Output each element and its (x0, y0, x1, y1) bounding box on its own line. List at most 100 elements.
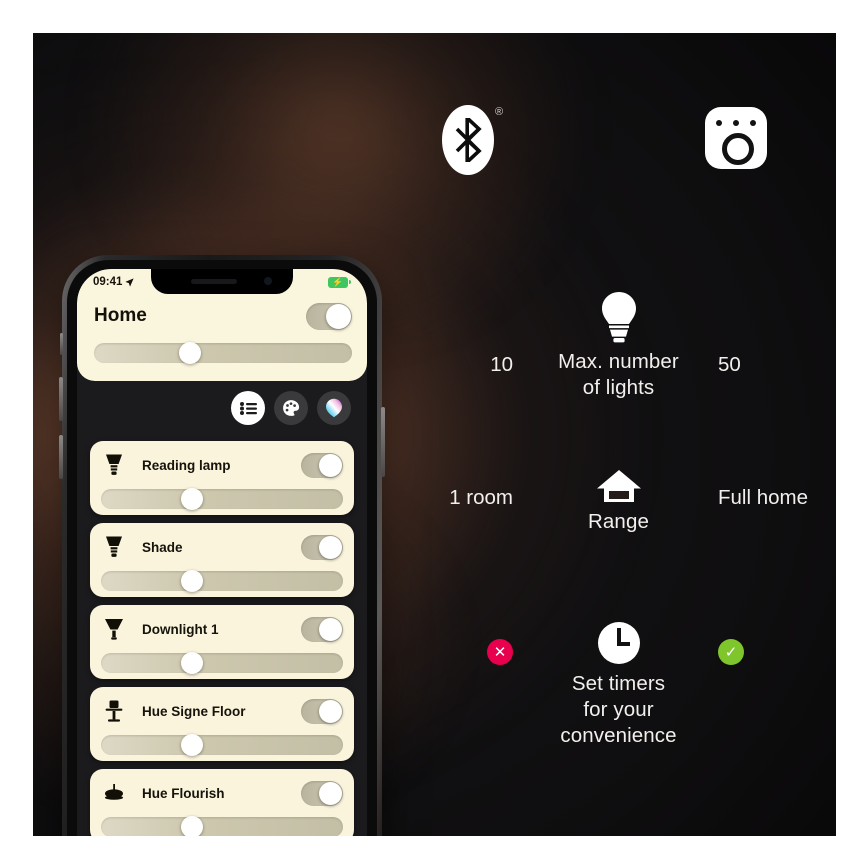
comparison-label-range: Range (504, 509, 734, 535)
device-label: Downlight 1 (142, 621, 219, 637)
device-toggle[interactable] (301, 452, 343, 478)
slider-knob[interactable] (180, 652, 203, 674)
slider-track (94, 342, 352, 364)
battery-bolt-icon: ⚡ (332, 276, 344, 287)
device-label: Shade (142, 539, 183, 555)
timers-bridge-value: ✓ (718, 639, 744, 665)
list-view-button[interactable] (231, 391, 265, 425)
master-brightness-slider[interactable] (94, 342, 352, 365)
clock-icon (597, 622, 640, 664)
bluetooth-logo: ® (442, 105, 503, 181)
phone-body: 09:41 ⚡ Home Reading lamp Shade Downligh… (67, 260, 377, 836)
phone-volume-up-button[interactable] (59, 377, 63, 421)
slider-track (101, 570, 343, 592)
device-toggle[interactable] (301, 616, 343, 642)
status-bar-left: 09:41 (93, 276, 135, 288)
device-row-left: Hue Flourish (103, 781, 225, 805)
slider-knob[interactable] (180, 570, 203, 592)
hue-dot-2 (733, 120, 739, 126)
device-label: Reading lamp (142, 457, 231, 473)
max-lights-bluetooth-value: 10 (490, 353, 513, 376)
slider-track (101, 734, 343, 756)
device-brightness-slider[interactable] (101, 570, 343, 592)
device-toggle[interactable] (301, 698, 343, 724)
max-lights-line2: of lights (582, 376, 655, 399)
toggle-knob (319, 617, 342, 641)
device-row-left: Downlight 1 (103, 617, 219, 641)
device-brightness-slider[interactable] (101, 816, 343, 836)
logos-row: ® (401, 105, 836, 195)
comparison-label-timers: Set timers for your convenience (504, 671, 734, 749)
range-bridge-value: Full home (718, 486, 809, 509)
spot-bulb-icon (106, 536, 122, 557)
toggle-knob (319, 699, 342, 723)
color-bulb-icon (326, 398, 342, 418)
list-item[interactable]: Hue Signe Floor (90, 687, 354, 761)
phone-volume-down-button[interactable] (59, 435, 63, 479)
slider-track (101, 652, 343, 674)
earpiece-speaker (191, 279, 237, 284)
slider-knob[interactable] (180, 816, 203, 836)
timers-bluetooth-value: ✕ (487, 639, 513, 665)
hue-bridge-logo (705, 107, 767, 169)
slider-knob[interactable] (180, 488, 203, 510)
home-header-row: Home (94, 299, 352, 333)
downlight-icon (105, 619, 123, 640)
timers-line2: for your (583, 698, 654, 721)
phone-notch (151, 269, 293, 294)
slider-track (101, 488, 343, 510)
hue-dot-1 (716, 120, 722, 126)
list-item[interactable]: Hue Flourish (90, 769, 354, 836)
device-brightness-slider[interactable] (101, 734, 343, 756)
range-bluetooth-value: 1 room (449, 486, 513, 509)
list-item[interactable]: Reading lamp (90, 441, 354, 515)
device-row-left: Shade (103, 535, 183, 559)
hue-dot-3 (750, 120, 756, 126)
phone-mockup: 09:41 ⚡ Home Reading lamp Shade Downligh… (59, 255, 385, 836)
device-row-top: Reading lamp (103, 449, 343, 481)
phone-power-button[interactable] (381, 407, 385, 477)
device-brightness-slider[interactable] (101, 488, 343, 510)
scenes-button[interactable] (274, 391, 308, 425)
device-toggle[interactable] (301, 534, 343, 560)
registered-mark-icon: ® (495, 106, 504, 118)
battery-tip (349, 280, 351, 284)
comparison-column: ® Max. number of lights 10 50 Range 1 ro… (401, 33, 836, 836)
color-button[interactable] (317, 391, 351, 425)
check-badge-icon: ✓ (718, 639, 744, 665)
device-label: Hue Signe Floor (142, 703, 246, 719)
device-row-top: Hue Signe Floor (103, 695, 343, 727)
bulb-icon (601, 292, 636, 343)
list-item[interactable]: Shade (90, 523, 354, 597)
palette-icon (283, 400, 300, 416)
location-arrow-icon (125, 277, 135, 287)
pendant-lamp-icon (105, 784, 123, 800)
device-row-top: Hue Flourish (103, 777, 343, 809)
device-row-top: Downlight 1 (103, 613, 343, 645)
master-power-toggle[interactable] (306, 302, 352, 330)
status-bar-time: 09:41 (93, 276, 123, 288)
floor-lamp-icon (105, 700, 123, 722)
battery-body: ⚡ (328, 276, 348, 288)
toggle-knob (319, 453, 342, 477)
timers-line1: Set timers (571, 672, 666, 695)
cross-badge-icon: ✕ (487, 639, 513, 665)
device-toggle[interactable] (301, 780, 343, 806)
list-item[interactable]: Downlight 1 (90, 605, 354, 679)
range-line1: Range (588, 510, 649, 533)
hue-bridge-ring (722, 133, 754, 165)
device-row-left: Reading lamp (103, 453, 231, 477)
bluetooth-icon (455, 118, 482, 162)
toggle-knob (326, 303, 351, 329)
front-camera-icon (264, 277, 272, 285)
list-icon (239, 401, 257, 415)
timers-line3: convenience (560, 724, 677, 747)
comparison-label-max-lights: Max. number of lights (504, 349, 734, 401)
phone-silent-switch[interactable] (60, 333, 63, 355)
slider-knob[interactable] (180, 734, 203, 756)
home-icon (596, 470, 641, 502)
phone-screen: 09:41 ⚡ Home Reading lamp Shade Downligh… (77, 269, 367, 836)
device-brightness-slider[interactable] (101, 652, 343, 674)
device-row-top: Shade (103, 531, 343, 563)
slider-knob[interactable] (179, 342, 202, 364)
